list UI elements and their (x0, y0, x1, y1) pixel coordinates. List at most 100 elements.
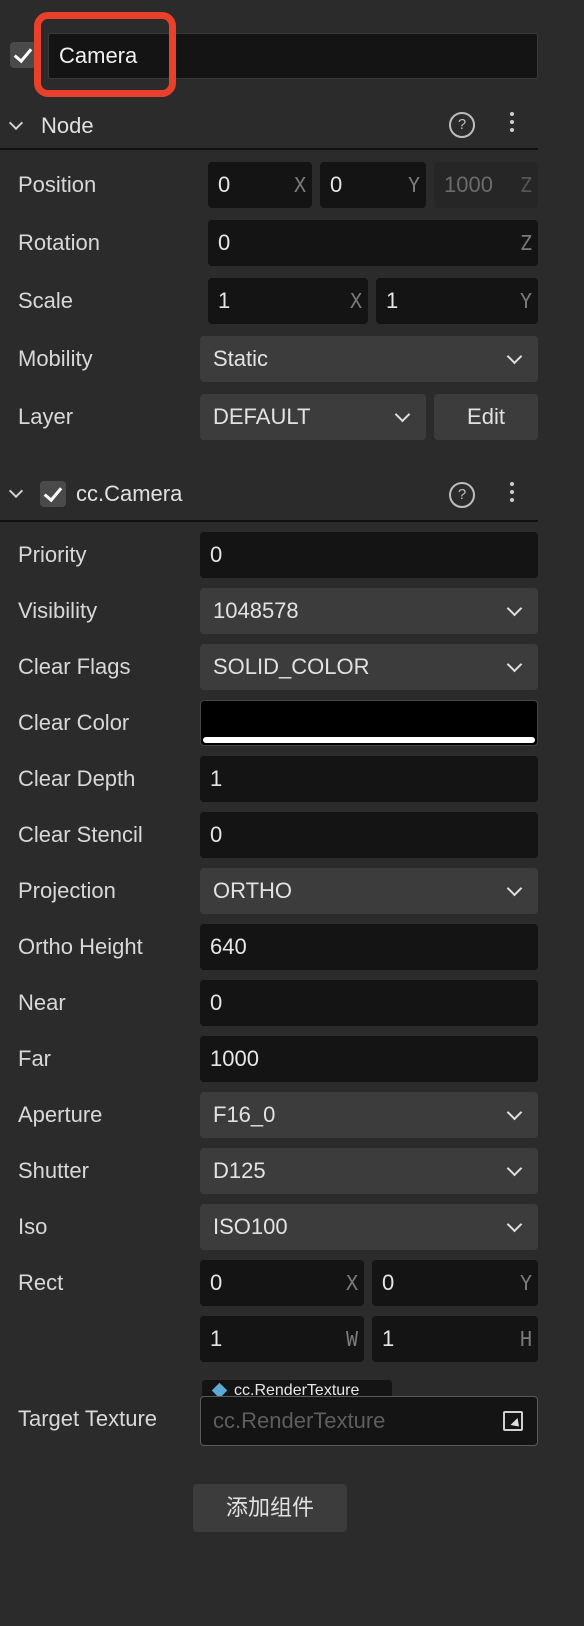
visibility-select[interactable]: 1048578 (200, 588, 538, 634)
node-active-checkbox[interactable] (10, 42, 36, 68)
clear-depth-value: 1 (210, 766, 223, 791)
clear-flags-label: Clear Flags (18, 654, 131, 679)
camera-enabled-checkbox[interactable] (40, 481, 66, 507)
highlight-box (34, 12, 176, 97)
chevron-down-icon (506, 880, 523, 897)
priority-label: Priority (18, 542, 87, 567)
position-z-value: 1000 (444, 172, 493, 197)
clear-stencil-label: Clear Stencil (18, 822, 143, 847)
far-value: 1000 (210, 1046, 259, 1071)
rect-x-field[interactable]: 0 X (200, 1260, 364, 1306)
ortho-height-label: Ortho Height (18, 934, 143, 959)
target-texture-field[interactable]: cc.RenderTexture (200, 1396, 538, 1446)
position-label: Position (18, 172, 97, 197)
shutter-value: D125 (213, 1158, 266, 1183)
clear-stencil-field[interactable]: 0 (200, 812, 538, 858)
ortho-height-field[interactable]: 640 (200, 924, 538, 970)
iso-value: ISO100 (213, 1214, 288, 1239)
section-title-node: Node (41, 113, 94, 138)
axis-x-label: X (293, 173, 306, 197)
clear-depth-label: Clear Depth (18, 766, 136, 791)
shutter-label: Shutter (18, 1158, 89, 1183)
axis-h-label: H (519, 1327, 532, 1351)
clear-color-swatch[interactable] (200, 700, 538, 746)
axis-y-label: Y (519, 289, 532, 313)
near-field[interactable]: 0 (200, 980, 538, 1026)
rect-label: Rect (18, 1270, 64, 1295)
axis-x-label: X (349, 289, 362, 313)
top-edge (0, 0, 584, 4)
target-texture-placeholder: cc.RenderTexture (213, 1408, 386, 1433)
position-z-field: 1000 Z (434, 162, 538, 208)
near-value: 0 (210, 990, 223, 1015)
position-x-value: 0 (218, 172, 231, 197)
chevron-down-icon (506, 1104, 523, 1121)
chevron-down-icon (506, 1160, 523, 1177)
clear-depth-field[interactable]: 1 (200, 756, 538, 802)
projection-label: Projection (18, 878, 116, 903)
clear-flags-select[interactable]: SOLID_COLOR (200, 644, 538, 690)
camera-section-header[interactable]: cc.Camera ? (0, 468, 538, 520)
mobility-label: Mobility (18, 346, 93, 371)
scale-y-field[interactable]: 1 Y (376, 278, 538, 324)
chevron-down-icon (506, 600, 523, 617)
iso-label: Iso (18, 1214, 48, 1239)
node-section-header[interactable]: Node ? (0, 100, 538, 152)
rect-y-value: 0 (382, 1270, 395, 1295)
aperture-select[interactable]: F16_0 (200, 1092, 538, 1138)
rect-w-value: 1 (210, 1326, 223, 1351)
clear-flags-value: SOLID_COLOR (213, 654, 370, 679)
rect-w-field[interactable]: 1 W (200, 1316, 364, 1362)
position-y-value: 0 (330, 172, 343, 197)
position-x-field[interactable]: 0 X (208, 162, 312, 208)
more-options-icon[interactable] (510, 112, 514, 136)
priority-field[interactable]: 0 (200, 532, 538, 578)
section-divider (0, 520, 538, 522)
rect-h-value: 1 (382, 1326, 395, 1351)
scale-x-field[interactable]: 1 X (208, 278, 368, 324)
position-y-field[interactable]: 0 Y (320, 162, 426, 208)
rect-x-value: 0 (210, 1270, 223, 1295)
layer-select[interactable]: DEFAULT (200, 394, 426, 440)
aperture-value: F16_0 (213, 1102, 276, 1127)
axis-y-label: Y (407, 173, 420, 197)
visibility-label: Visibility (18, 598, 98, 623)
rect-h-field[interactable]: 1 H (372, 1316, 538, 1362)
rect-y-field[interactable]: 0 Y (372, 1260, 538, 1306)
far-label: Far (18, 1046, 51, 1071)
more-options-icon[interactable] (510, 482, 514, 506)
help-icon[interactable]: ? (449, 112, 475, 138)
scale-x-value: 1 (218, 288, 231, 313)
visibility-value: 1048578 (213, 598, 299, 623)
mobility-select[interactable]: Static (200, 336, 538, 382)
section-divider (0, 148, 538, 150)
help-icon[interactable]: ? (449, 482, 475, 508)
rotation-z-field[interactable]: 0 Z (208, 220, 538, 266)
axis-y-label: Y (519, 1271, 532, 1295)
iso-select[interactable]: ISO100 (200, 1204, 538, 1250)
clear-color-label: Clear Color (18, 710, 130, 735)
alpha-bar (203, 737, 535, 743)
chevron-down-icon (506, 1216, 523, 1233)
layer-label: Layer (18, 404, 74, 429)
scale-label: Scale (18, 288, 74, 313)
near-label: Near (18, 990, 66, 1015)
scale-y-value: 1 (386, 288, 399, 313)
ortho-height-value: 640 (210, 934, 247, 959)
layer-value: DEFAULT (213, 404, 311, 429)
axis-x-label: X (345, 1271, 358, 1295)
projection-select[interactable]: ORTHO (200, 868, 538, 914)
add-component-button[interactable]: 添加组件 (193, 1484, 347, 1532)
axis-z-label: Z (519, 173, 532, 197)
rotation-z-value: 0 (218, 230, 231, 255)
chevron-down-icon[interactable] (8, 115, 24, 131)
layer-edit-button[interactable]: Edit (434, 394, 538, 440)
priority-value: 0 (210, 542, 223, 567)
aperture-label: Aperture (18, 1102, 103, 1127)
shutter-select[interactable]: D125 (200, 1148, 538, 1194)
far-field[interactable]: 1000 (200, 1036, 538, 1082)
chevron-down-icon (506, 656, 523, 673)
target-texture-label: Target Texture (18, 1406, 158, 1431)
mobility-value: Static (213, 346, 269, 371)
chevron-down-icon[interactable] (8, 483, 24, 499)
